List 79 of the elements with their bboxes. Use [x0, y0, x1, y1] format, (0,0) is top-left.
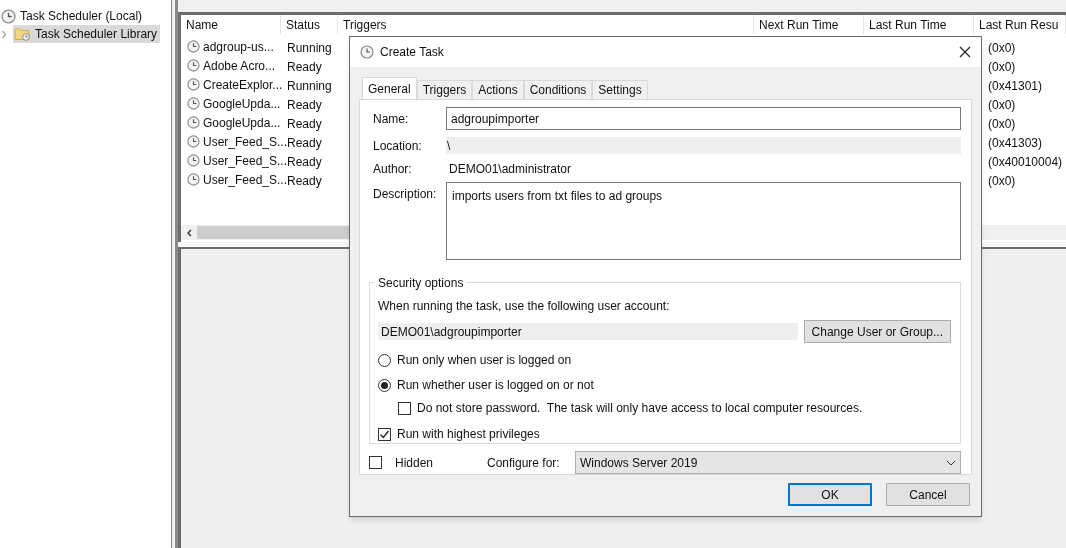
user-account-field: DEMO01\adgroupimporter	[378, 323, 798, 340]
clock-icon	[187, 135, 200, 148]
tree-label: Task Scheduler Library	[35, 26, 158, 43]
clock-icon	[187, 173, 200, 186]
task-result: (0x0)	[988, 40, 1016, 55]
task-name: User_Feed_S...	[203, 133, 288, 151]
checkbox-label: Run with highest privileges	[397, 426, 540, 443]
task-name: CreateExplor...	[203, 76, 283, 94]
tab[interactable]: Actions	[472, 80, 524, 99]
ok-button[interactable]: OK	[788, 483, 872, 506]
checkbox-label: Do not store password. The task will only have access to local computer resources.	[417, 400, 863, 417]
checkbox[interactable]	[369, 456, 382, 469]
tab[interactable]: Settings	[592, 80, 648, 99]
task-result: (0x0)	[988, 116, 1016, 131]
checkbox-label: Hidden	[395, 454, 435, 472]
task-status: Ready	[287, 154, 322, 169]
tree-label: Task Scheduler (Local)	[20, 8, 143, 25]
field-label: Configure for:	[487, 454, 561, 472]
configure-dropdown[interactable]: Windows Server 2019	[575, 451, 961, 474]
folder-icon	[14, 27, 31, 41]
task-result: (0x40010004)	[988, 154, 1063, 169]
column-header[interactable]: Status	[281, 15, 338, 34]
field-label: Author:	[373, 160, 413, 178]
clock-icon	[187, 116, 200, 129]
task-result: (0x41301)	[988, 78, 1043, 93]
clock-icon	[187, 40, 200, 53]
task-name: User_Feed_S...	[203, 171, 288, 189]
author-value: DEMO01\administrator	[449, 160, 572, 178]
tab[interactable]: Conditions	[523, 80, 593, 99]
task-result: (0x41303)	[988, 135, 1043, 150]
tab[interactable]: General	[362, 77, 417, 99]
location-value: \	[446, 137, 961, 154]
task-result: (0x0)	[988, 173, 1016, 188]
field-label: Location:	[373, 137, 423, 155]
column-header[interactable]: Next Run Time	[754, 15, 864, 34]
column-header[interactable]: Last Run Resu	[974, 15, 1066, 34]
tree-item[interactable]: Task Scheduler Library	[13, 25, 161, 43]
task-name: Adobe Acro...	[203, 57, 276, 75]
checkbox[interactable]	[398, 401, 411, 415]
cancel-button[interactable]: Cancel	[886, 483, 970, 506]
task-status: Ready	[287, 173, 322, 188]
radio-button[interactable]	[378, 378, 391, 392]
task-name: User_Feed_S...	[203, 152, 288, 170]
task-status: Running	[287, 78, 332, 93]
field-label: Name:	[373, 110, 410, 128]
chevron-right-icon[interactable]	[0, 29, 8, 39]
task-status: Ready	[287, 97, 322, 112]
task-status: Running	[287, 40, 332, 55]
tree-item[interactable]: Task Scheduler (Local)	[0, 7, 146, 25]
column-header[interactable]: Triggers	[338, 15, 754, 34]
task-result: (0x0)	[988, 97, 1016, 112]
radio-button[interactable]	[378, 353, 391, 367]
clock-icon	[187, 59, 200, 72]
task-status: Ready	[287, 135, 322, 150]
task-status: Ready	[287, 59, 322, 74]
clock-icon	[187, 78, 200, 91]
name-field[interactable]: adgroupimporter	[446, 107, 961, 130]
description-field[interactable]: imports users from txt files to ad groups	[446, 182, 961, 260]
task-status: Ready	[287, 116, 322, 131]
tab[interactable]: Triggers	[416, 80, 473, 99]
clock-icon	[360, 45, 374, 59]
clock-icon	[187, 154, 200, 167]
field-label: Description:	[373, 186, 438, 203]
radio-label: Run whether user is logged on or not	[397, 377, 594, 394]
task-result: (0x0)	[988, 59, 1016, 74]
account-prompt: When running the task, use the following user account:	[378, 298, 671, 315]
column-header[interactable]: Name	[181, 15, 281, 34]
chevron-down-icon	[946, 459, 956, 466]
checkbox[interactable]	[378, 427, 391, 441]
close-icon[interactable]	[959, 46, 971, 58]
change-user-button[interactable]: Change User or Group...	[803, 320, 951, 343]
radio-label: Run only when user is logged on	[397, 352, 572, 369]
window-title: Create Task	[380, 44, 444, 61]
clock-icon	[187, 97, 200, 110]
chevron-left-icon[interactable]	[186, 228, 192, 237]
task-name: adgroup-us...	[203, 38, 274, 56]
task-name: GoogleUpda...	[203, 114, 281, 132]
task-name: GoogleUpda...	[203, 95, 281, 113]
column-header[interactable]: Last Run Time	[864, 15, 974, 34]
